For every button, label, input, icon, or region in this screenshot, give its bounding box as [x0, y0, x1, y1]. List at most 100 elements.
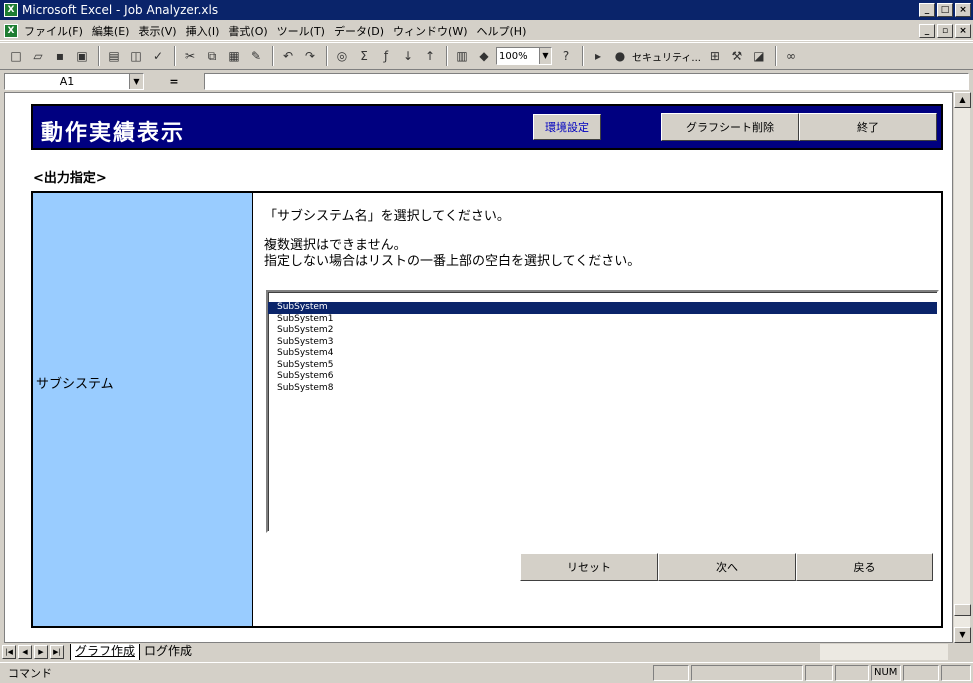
- redo-icon[interactable]: ↷: [300, 46, 320, 66]
- record-icon[interactable]: ●: [610, 46, 630, 66]
- menu-insert[interactable]: 挿入(I): [186, 23, 220, 39]
- menu-file[interactable]: ファイル(F): [24, 23, 83, 39]
- next-button[interactable]: 次へ: [658, 553, 796, 581]
- paste-icon[interactable]: ▦: [224, 46, 244, 66]
- scroll-up-icon[interactable]: ▲: [954, 92, 971, 108]
- menu-edit[interactable]: 編集(E): [92, 23, 130, 39]
- save-icon[interactable]: ▪: [50, 46, 70, 66]
- list-item[interactable]: SubSystem5: [268, 360, 937, 372]
- options-icon[interactable]: ∞: [781, 46, 801, 66]
- sheet-tabs-bar: |◀ ◀ ▶ ▶| グラフ作成 ログ作成: [0, 643, 973, 661]
- num-lock-indicator: NUM: [871, 665, 901, 681]
- reset-button[interactable]: リセット: [520, 553, 658, 581]
- print-icon[interactable]: ▤: [104, 46, 124, 66]
- function-icon[interactable]: ƒ: [376, 46, 396, 66]
- open-icon[interactable]: ▱: [28, 46, 48, 66]
- instruction-line-3: 指定しない場合はリストの一番上部の空白を選択してください。: [264, 254, 641, 269]
- menu-view[interactable]: 表示(V): [138, 23, 176, 39]
- next-sheet-icon[interactable]: ▶: [34, 645, 48, 659]
- list-item[interactable]: SubSystem3: [268, 337, 937, 349]
- scroll-thumb[interactable]: [954, 604, 971, 616]
- subsystem-listbox[interactable]: SubSystem SubSystem1 SubSystem2 SubSyste…: [266, 290, 939, 533]
- format-painter-icon[interactable]: ✎: [246, 46, 266, 66]
- doc-close-button[interactable]: ×: [955, 23, 971, 38]
- row-content-cell: 「サブシステム名」を選択してください。 複数選択はできません。 指定しない場合は…: [254, 193, 941, 626]
- hyperlink-icon[interactable]: ◎: [332, 46, 352, 66]
- vertical-scrollbar[interactable]: ▲ ▼: [953, 92, 971, 643]
- workbook-icon[interactable]: X: [4, 23, 18, 38]
- worksheet-area: 動作実績表示 環境設定 グラフシート削除 終了 <出力指定> サブシステム 「サ…: [4, 92, 953, 643]
- last-sheet-icon[interactable]: ▶|: [50, 645, 64, 659]
- horizontal-scrollbar[interactable]: [820, 644, 948, 660]
- sort-descending-icon[interactable]: ↑: [420, 46, 440, 66]
- status-text: コマンド: [8, 667, 52, 680]
- minimize-button[interactable]: _: [919, 3, 935, 17]
- excel-icon[interactable]: X: [4, 3, 18, 17]
- list-item[interactable]: SubSystem2: [268, 325, 937, 337]
- list-item[interactable]: SubSystem4: [268, 348, 937, 360]
- print-preview-icon[interactable]: ◫: [126, 46, 146, 66]
- close-button[interactable]: ×: [955, 3, 971, 17]
- autosum-icon[interactable]: Σ: [354, 46, 374, 66]
- run-macro-icon[interactable]: ▸: [588, 46, 608, 66]
- chevron-down-icon[interactable]: ▼: [129, 73, 143, 89]
- menu-window[interactable]: ウィンドウ(W): [393, 23, 467, 39]
- list-item[interactable]: SubSystem: [268, 302, 937, 314]
- list-item[interactable]: SubSystem6: [268, 371, 937, 383]
- cut-icon[interactable]: ✂: [180, 46, 200, 66]
- scroll-down-icon[interactable]: ▼: [954, 627, 971, 643]
- doc-restore-button[interactable]: ▫: [937, 23, 953, 38]
- chart-wizard-icon[interactable]: ▥: [452, 46, 472, 66]
- output-spec-table: サブシステム 「サブシステム名」を選択してください。 複数選択はできません。 指…: [31, 191, 943, 628]
- list-item[interactable]: SubSystem1: [268, 314, 937, 326]
- status-panel: [691, 665, 803, 681]
- sort-ascending-icon[interactable]: ↓: [398, 46, 418, 66]
- section-label: <出力指定>: [33, 171, 107, 186]
- back-button[interactable]: 戻る: [796, 553, 933, 581]
- standard-toolbar: □ ▱ ▪ ▣ ▤ ◫ ✓ ✂ ⧉ ▦ ✎ ↶ ↷ ◎ Σ ƒ ↓ ↑ ▥ ◆ …: [0, 42, 973, 70]
- control-toolbox-icon[interactable]: ⊞: [705, 46, 725, 66]
- equals-sign[interactable]: =: [144, 75, 204, 88]
- maximize-button[interactable]: □: [937, 3, 953, 17]
- prev-sheet-icon[interactable]: ◀: [18, 645, 32, 659]
- copy-icon[interactable]: ⧉: [202, 46, 222, 66]
- help-icon[interactable]: ?: [556, 46, 576, 66]
- new-icon[interactable]: □: [6, 46, 26, 66]
- chevron-down-icon[interactable]: ▼: [539, 48, 551, 64]
- menu-format[interactable]: 書式(O): [228, 23, 267, 39]
- status-panel: [835, 665, 869, 681]
- first-sheet-icon[interactable]: |◀: [2, 645, 16, 659]
- spelling-icon[interactable]: ✓: [148, 46, 168, 66]
- doc-minimize-button[interactable]: _: [919, 23, 935, 38]
- title-bar: X Microsoft Excel - Job Analyzer.xls _ □…: [0, 0, 973, 20]
- menu-data[interactable]: データ(D): [334, 23, 384, 39]
- subsystem-label: サブシステム: [36, 377, 114, 392]
- status-panel: [805, 665, 833, 681]
- window-title: Microsoft Excel - Job Analyzer.xls: [22, 3, 219, 17]
- exit-button[interactable]: 終了: [799, 113, 937, 141]
- delete-graph-sheet-button[interactable]: グラフシート削除: [661, 113, 799, 141]
- cell-reference: A1: [59, 74, 75, 88]
- tab-log-create[interactable]: ログ作成: [140, 644, 196, 660]
- menu-help[interactable]: ヘルプ(H): [477, 23, 527, 39]
- status-panel: [941, 665, 971, 681]
- row-label-cell: サブシステム: [33, 193, 253, 626]
- header-band: 動作実績表示 環境設定 グラフシート削除 終了: [31, 104, 943, 150]
- name-box[interactable]: A1 ▼: [4, 72, 144, 90]
- permission-icon[interactable]: ▣: [72, 46, 92, 66]
- page-title: 動作実績表示: [41, 121, 186, 146]
- zoom-select[interactable]: 100% ▼: [496, 47, 552, 65]
- tab-graph-create[interactable]: グラフ作成: [70, 644, 141, 660]
- settings-button[interactable]: 環境設定: [533, 114, 601, 140]
- undo-icon[interactable]: ↶: [278, 46, 298, 66]
- design-mode-icon[interactable]: ◪: [749, 46, 769, 66]
- menu-tools[interactable]: ツール(T): [277, 23, 325, 39]
- menu-bar: X ファイル(F) 編集(E) 表示(V) 挿入(I) 書式(O) ツール(T)…: [0, 21, 973, 41]
- list-item[interactable]: SubSystem8: [268, 383, 937, 395]
- security-button[interactable]: セキュリティ...: [632, 49, 701, 64]
- vb-editor-icon[interactable]: ⚒: [727, 46, 747, 66]
- status-bar: コマンド NUM: [0, 662, 973, 683]
- zoom-value: 100%: [499, 50, 528, 62]
- formula-input[interactable]: [204, 72, 969, 90]
- drawing-icon[interactable]: ◆: [474, 46, 494, 66]
